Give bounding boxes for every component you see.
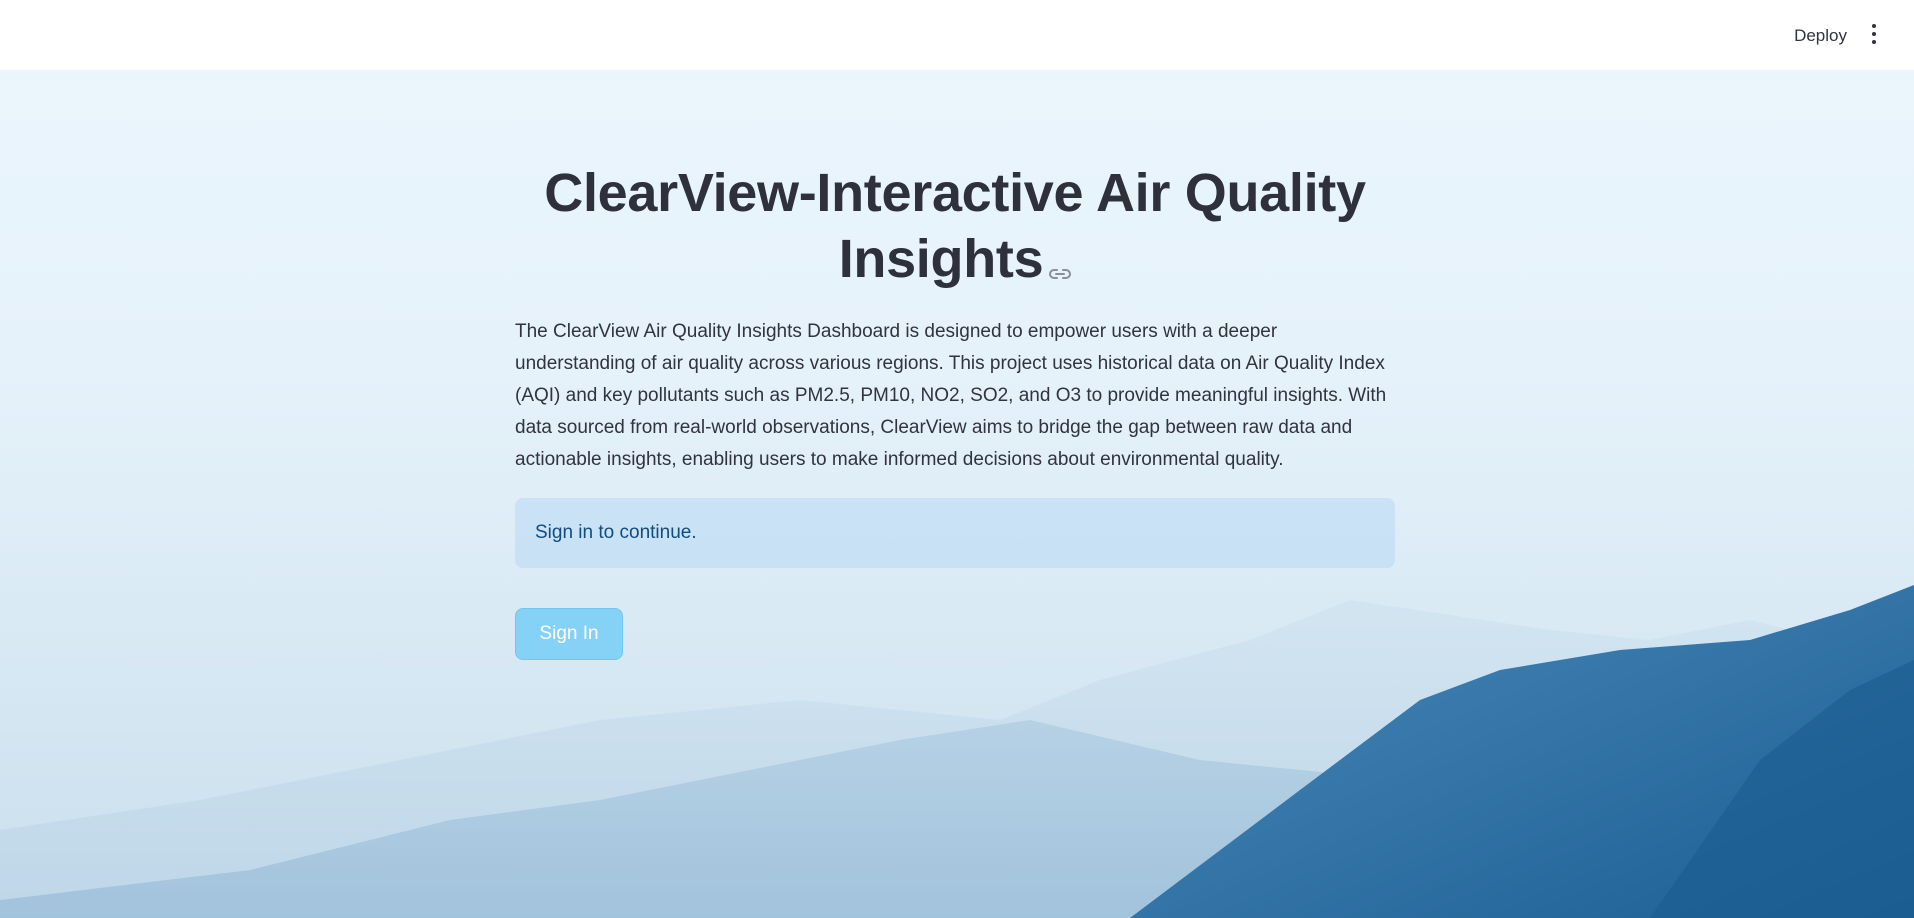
sign-in-button[interactable]: Sign In [515, 607, 623, 660]
deploy-button[interactable]: Deploy [1794, 26, 1847, 46]
more-vertical-icon[interactable] [1862, 24, 1886, 58]
top-header: Deploy [0, 0, 1914, 70]
description-text: The ClearView Air Quality Insights Dashb… [515, 320, 1387, 470]
page-title: ClearView-Interactive Air Quality Insigh… [515, 160, 1395, 296]
main-content: ClearView-Interactive Air Quality Insigh… [515, 160, 1395, 660]
page-title-text: ClearView-Interactive Air Quality Insigh… [544, 163, 1366, 289]
link-icon[interactable] [1049, 230, 1072, 296]
info-alert-text: Sign in to continue. [535, 521, 697, 543]
info-alert: Sign in to continue. [515, 497, 1395, 568]
